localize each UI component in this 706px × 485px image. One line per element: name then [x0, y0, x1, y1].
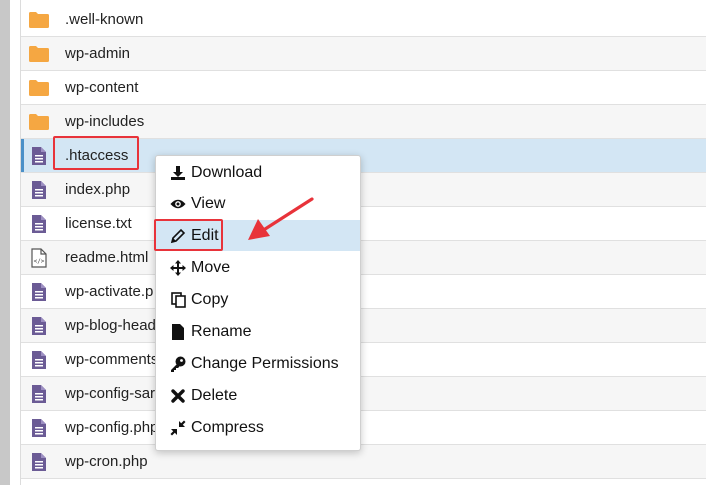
file-name: index.php	[65, 181, 131, 198]
left-rail	[0, 0, 10, 485]
file-row[interactable]: wp-admin	[21, 37, 706, 71]
menu-item-change-permissions[interactable]: Change Permissions	[156, 348, 360, 379]
file-row[interactable]: wp-blog-head	[21, 309, 706, 343]
close-x-icon	[170, 388, 186, 404]
file-row[interactable]: wp-config-sar	[21, 377, 706, 411]
menu-item-label: Delete	[191, 386, 238, 404]
file-row[interactable]: wp-config.php	[21, 411, 706, 445]
context-menu: Download View Edit Move Copy Rename Chan…	[155, 155, 361, 451]
menu-item-label: Download	[191, 163, 263, 181]
file-icon	[27, 280, 51, 304]
menu-item-label: Copy	[191, 290, 229, 308]
file-icon	[27, 144, 51, 168]
annotation-box-edit	[154, 219, 223, 251]
folder-icon	[27, 110, 51, 134]
file-row[interactable]: index.php	[21, 173, 706, 207]
file-row[interactable]: </> readme.html	[21, 241, 706, 275]
eye-icon	[170, 196, 186, 212]
folder-icon	[27, 8, 51, 32]
file-row[interactable]: wp-comments	[21, 343, 706, 377]
file-icon	[27, 212, 51, 236]
file-name: license.txt	[65, 215, 132, 232]
menu-item-label: Move	[191, 258, 231, 276]
file-name: readme.html	[65, 249, 149, 266]
menu-item-compress[interactable]: Compress	[156, 412, 360, 443]
key-icon	[170, 356, 186, 372]
html-file-icon: </>	[27, 246, 51, 270]
svg-text:</>: </>	[34, 258, 45, 265]
file-icon	[27, 314, 51, 338]
menu-item-move[interactable]: Move	[156, 252, 360, 283]
file-name: wp-cron.php	[65, 453, 148, 470]
download-icon	[170, 165, 186, 181]
file-row[interactable]: .well-known	[21, 3, 706, 37]
menu-item-label: View	[191, 194, 226, 212]
file-icon	[27, 450, 51, 474]
file-name: wp-config-sar	[65, 385, 156, 402]
file-row[interactable]: wp-content	[21, 71, 706, 105]
folder-icon	[27, 42, 51, 66]
file-row[interactable]: wp-cron.php	[21, 445, 706, 479]
compress-icon	[170, 420, 186, 436]
file-name: wp-blog-head	[65, 317, 156, 334]
file-name: wp-comments	[65, 351, 159, 368]
move-arrows-icon	[170, 259, 186, 276]
menu-item-download[interactable]: Download	[156, 157, 360, 188]
menu-item-label: Change Permissions	[191, 354, 339, 372]
menu-item-label: Compress	[191, 418, 264, 436]
menu-item-view[interactable]: View	[156, 188, 360, 219]
menu-item-copy[interactable]: Copy	[156, 284, 360, 315]
file-name: wp-config.php	[65, 419, 159, 436]
file-row[interactable]: wp-activate.p	[21, 275, 706, 309]
file-icon	[27, 178, 51, 202]
menu-item-delete[interactable]: Delete	[156, 380, 360, 411]
folder-icon	[27, 76, 51, 100]
file-name: wp-activate.p	[65, 283, 154, 300]
file-name: .well-known	[65, 11, 144, 28]
file-row[interactable]: wp-includes	[21, 105, 706, 139]
menu-item-rename[interactable]: Rename	[156, 316, 360, 347]
file-icon	[27, 382, 51, 406]
file-name: wp-includes	[65, 113, 145, 130]
file-icon	[27, 348, 51, 372]
file-icon	[27, 416, 51, 440]
copy-icon	[170, 291, 186, 308]
annotation-box-htaccess	[53, 136, 139, 170]
file-name: wp-content	[65, 79, 139, 96]
file-list: .well-known wp-admin wp-content wp-inclu…	[20, 0, 706, 485]
menu-item-label: Rename	[191, 322, 252, 340]
file-icon	[170, 323, 186, 340]
file-row[interactable]: license.txt	[21, 207, 706, 241]
file-name: wp-admin	[65, 45, 131, 62]
